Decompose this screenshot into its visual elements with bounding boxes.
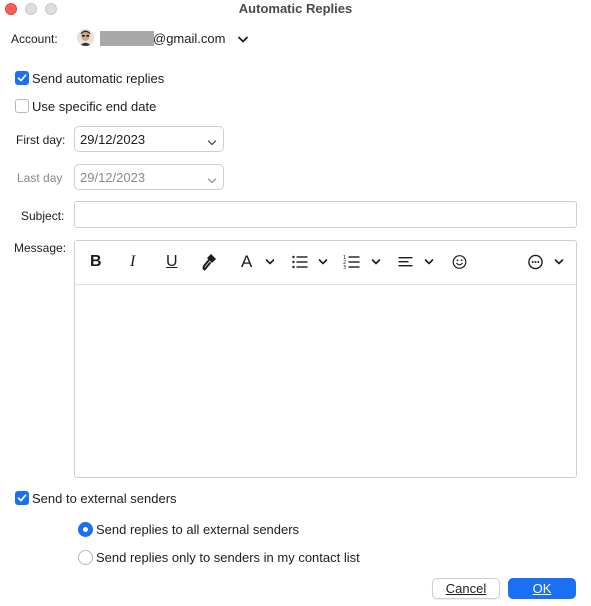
avatar[interactable] bbox=[77, 29, 94, 46]
send-automatic-replies-checkbox[interactable] bbox=[15, 71, 29, 85]
message-body[interactable] bbox=[75, 285, 576, 477]
cancel-button-label: Cancel bbox=[445, 581, 487, 596]
underline-icon[interactable]: U bbox=[164, 251, 180, 273]
subject-label: Subject: bbox=[21, 209, 65, 223]
send-to-external-checkbox[interactable] bbox=[15, 491, 29, 505]
last-day-label: Last day bbox=[17, 171, 63, 185]
italic-icon[interactable]: I bbox=[127, 251, 143, 273]
use-specific-end-date-checkbox[interactable] bbox=[15, 99, 29, 113]
last-day-value: 29/12/2023 bbox=[80, 170, 146, 185]
ok-button[interactable]: OK bbox=[508, 578, 576, 599]
title-bar: Automatic Replies bbox=[0, 0, 591, 19]
emoji-icon[interactable] bbox=[451, 251, 469, 273]
chevron-down-icon bbox=[207, 135, 217, 150]
more-options-icon[interactable] bbox=[527, 251, 567, 273]
svg-text:3: 3 bbox=[343, 265, 346, 271]
message-label: Message: bbox=[14, 241, 67, 255]
numbered-list-icon[interactable]: 1 2 3 bbox=[343, 251, 383, 273]
cancel-button[interactable]: Cancel bbox=[432, 578, 500, 599]
first-day-value: 29/12/2023 bbox=[80, 132, 146, 147]
message-editor[interactable]: B I U A 1 2 3 bbox=[74, 240, 577, 478]
send-automatic-replies-label[interactable]: Send automatic replies bbox=[32, 71, 164, 86]
chevron-down-icon[interactable] bbox=[237, 33, 249, 43]
radio-all-external-label[interactable]: Send replies to all external senders bbox=[96, 522, 299, 537]
bold-icon[interactable]: B bbox=[88, 251, 104, 273]
radio-contacts-only-label[interactable]: Send replies only to senders in my conta… bbox=[96, 550, 360, 565]
account-email[interactable]: @gmail.com bbox=[153, 31, 225, 46]
send-to-external-label[interactable]: Send to external senders bbox=[32, 491, 177, 506]
format-painter-icon[interactable] bbox=[201, 251, 219, 273]
first-day-label: First day: bbox=[16, 133, 66, 147]
font-color-icon[interactable]: A bbox=[239, 251, 277, 273]
radio-contacts-only[interactable] bbox=[78, 550, 93, 565]
use-specific-end-date-label[interactable]: Use specific end date bbox=[32, 99, 156, 114]
first-day-select[interactable]: 29/12/2023 bbox=[74, 126, 224, 152]
radio-all-external[interactable] bbox=[78, 522, 93, 537]
align-icon[interactable] bbox=[397, 251, 437, 273]
redacted-email-user bbox=[100, 31, 154, 46]
formatting-toolbar: B I U A 1 2 3 bbox=[75, 241, 576, 285]
ok-button-label: OK bbox=[532, 581, 552, 596]
bulleted-list-icon[interactable] bbox=[291, 251, 331, 273]
subject-input[interactable] bbox=[74, 201, 577, 228]
window-title: Automatic Replies bbox=[238, 1, 353, 16]
account-label: Account: bbox=[11, 32, 58, 46]
last-day-select: 29/12/2023 bbox=[74, 164, 224, 190]
chevron-down-icon bbox=[207, 173, 217, 188]
